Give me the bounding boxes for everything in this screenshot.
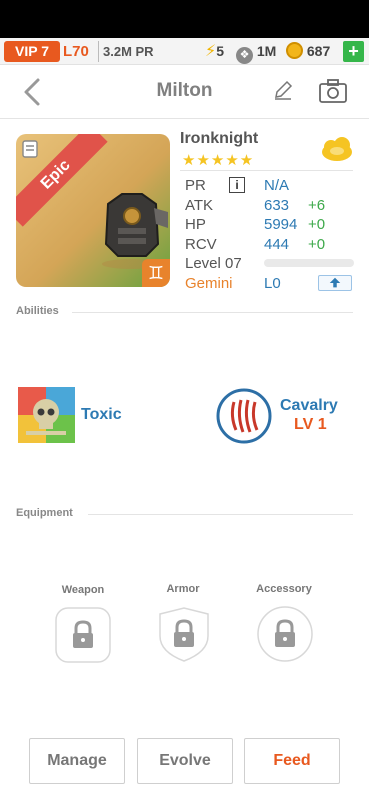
feed-button[interactable]: Feed [244,738,340,784]
manage-button[interactable]: Manage [29,738,125,784]
atk-label: ATK [185,197,214,214]
hero-class-name: Ironknight [180,130,259,147]
claw-passive-icon[interactable] [216,388,272,444]
info-icon[interactable]: i [229,177,245,193]
hp-value: 5994 [264,216,298,233]
rcv-bonus: +0 [308,236,326,253]
evolve-button[interactable]: Evolve [137,738,233,784]
energy-counter[interactable]: ⚡5 [205,41,224,62]
lightning-icon: ⚡ [205,43,217,60]
armor-slot-label: Armor [166,583,200,595]
camera-icon[interactable] [318,78,348,104]
pr-label: PR [185,177,206,194]
atk-bonus: +6 [308,197,326,214]
abilities-section-label: Abilities [16,305,59,317]
arrow-up-icon [329,277,341,288]
level-label: Level 07 [185,255,242,272]
equipment-divider [88,514,353,515]
level-progress-bar [264,259,354,267]
accessory-slot-lock-icon[interactable] [257,606,313,662]
passive-name: Cavalry [280,397,338,414]
hero-portrait-card[interactable]: Epic ♊ [16,134,170,287]
notes-icon[interactable] [22,140,38,158]
player-power: 3.2M PR [98,41,154,62]
skill-name: Toxic [81,406,122,423]
armor-portrait-icon [102,193,168,269]
passive-level: LV 1 [294,416,327,433]
add-gold-button[interactable]: + [343,41,364,62]
atk-value: 633 [264,197,290,214]
pencil-icon[interactable] [272,79,294,101]
coin-icon [286,42,303,59]
hero-stars: ★★★★★ [182,152,255,169]
hp-label: HP [185,216,206,233]
rcv-value: 444 [264,236,290,253]
pr-value: N/A [264,177,290,194]
vip-badge[interactable]: VIP 7 [4,41,60,62]
gemini-sign-icon: ♊ [142,259,170,287]
sign-value: L0 [264,275,281,292]
upgrade-sign-button[interactable] [318,275,352,291]
accessory-slot-label: Accessory [256,583,312,595]
equipment-section-label: Equipment [16,507,73,519]
paw-counter[interactable]: ❖ 1M [236,41,276,64]
cloud-crest-icon[interactable] [320,134,354,164]
page-header: Milton [0,65,369,119]
paw-icon: ❖ [236,47,253,64]
gold-counter[interactable]: 687 [286,41,330,62]
weapon-slot-label: Weapon [61,584,105,596]
player-level: L70 [63,43,89,60]
abilities-divider [72,312,353,313]
hp-bonus: +0 [308,216,326,233]
weapon-slot-lock-icon[interactable] [55,607,111,663]
sign-label: Gemini [185,275,233,292]
page-title: Milton [156,80,213,101]
resource-bar: VIP 7 L70 3.2M PR ⚡5 ❖ 1M 687 [0,38,369,65]
rcv-label: RCV [185,236,217,253]
armor-slot-lock-icon[interactable] [156,606,212,662]
stats-divider [180,170,353,171]
skull-skill-icon[interactable] [18,387,75,443]
system-status-bar [0,0,369,38]
